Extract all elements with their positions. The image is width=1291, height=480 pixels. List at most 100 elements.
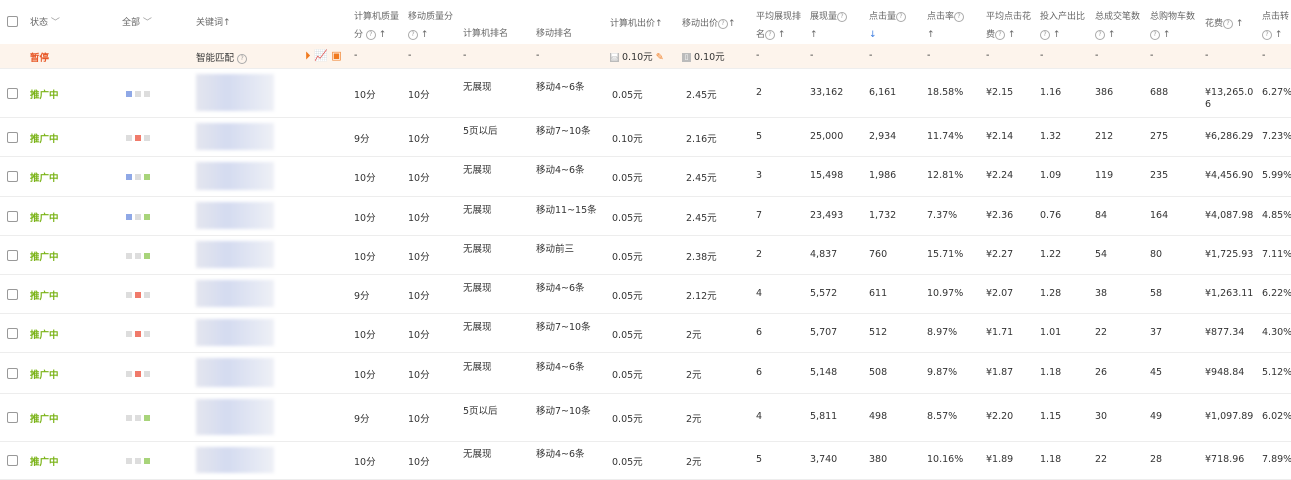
row-checkbox[interactable]	[7, 412, 18, 423]
carts-header[interactable]: 总购物车数? ↑	[1150, 8, 1195, 44]
row-checkbox[interactable]	[7, 211, 18, 222]
row-checkbox[interactable]	[7, 88, 18, 99]
conv-header[interactable]: 点击转? ↑	[1262, 8, 1289, 44]
conv-cell: 7.11%	[1262, 249, 1291, 260]
mobile-rank-cell: 移动11~15条	[536, 205, 597, 216]
device-square-icon	[135, 370, 141, 377]
keyword-blurred[interactable]	[196, 241, 274, 268]
pc-bid-cell[interactable]: 0.05元	[612, 411, 643, 425]
mobile-quality-header[interactable]: 移动质量分? ↑	[408, 8, 453, 44]
keyword-blurred[interactable]	[196, 280, 274, 307]
sort-icon: ↑	[655, 19, 663, 29]
keyword-header[interactable]: 关键词↑	[196, 15, 231, 28]
device-square-icon	[144, 173, 150, 180]
mobile-bid-cell[interactable]: 2元	[686, 327, 702, 341]
mobile-bid-cell[interactable]: 2元	[686, 411, 702, 425]
pc-bid-cell[interactable]: 0.05元	[612, 288, 643, 302]
device-square-icon	[126, 252, 132, 259]
mobile-bid-cell[interactable]: 2.16元	[686, 131, 717, 145]
carts-cell: 28	[1150, 454, 1163, 465]
play-icon[interactable]: ⏵	[305, 49, 311, 62]
row-checkbox[interactable]	[7, 289, 18, 300]
pc-bid-cell[interactable]: 0.05元	[612, 327, 643, 341]
conv-cell: 7.23%	[1262, 131, 1291, 142]
pc-quality-cell: 10分	[354, 173, 376, 184]
pc-bid-cell[interactable]: 0.05元	[612, 249, 643, 263]
keyword-blurred[interactable]	[196, 123, 274, 150]
ctr-cell: 15.71%	[927, 249, 964, 260]
device-square-icon	[144, 457, 150, 464]
mobile-bid-cell[interactable]: 2.45元	[686, 87, 717, 101]
roi-header[interactable]: 投入产出比? ↑	[1040, 8, 1085, 44]
carts-cell: 235	[1150, 170, 1169, 181]
report-icon[interactable]: ▣	[331, 49, 341, 62]
pc-bid-cell[interactable]: 0.05元	[612, 367, 643, 381]
mobile-bid-cell[interactable]: 2.38元	[686, 249, 717, 263]
orders-header[interactable]: 总成交笔数? ↑	[1095, 8, 1140, 44]
avg-rank-header[interactable]: 平均展现排名? ↑	[756, 8, 801, 44]
help-icon: ?	[1223, 18, 1234, 29]
impressions-header[interactable]: 展现量? ↑	[810, 8, 848, 44]
pc-bid-header[interactable]: 计算机出价↑	[610, 16, 663, 29]
roi-cell: 1.09	[1040, 170, 1062, 181]
keyword-blurred[interactable]	[196, 202, 274, 229]
help-icon: ?	[1150, 29, 1160, 40]
mobile-bid-cell[interactable]: 2元	[686, 454, 702, 468]
carts-cell: -	[1150, 50, 1154, 61]
row-actions: ⏵ 📈 ▣	[305, 49, 342, 63]
pc-bid-cell[interactable]: 0.05元	[612, 210, 643, 224]
cost-header[interactable]: 花费? ↑	[1205, 16, 1243, 29]
edit-pencil-icon[interactable]: ✎	[656, 52, 664, 63]
avg-cpc-header[interactable]: 平均点击花费? ↑	[986, 8, 1031, 44]
pc-quality-header[interactable]: 计算机质量分 ? ↑	[354, 8, 399, 44]
mobile-bid-cell[interactable]: ▯ 0.10元	[682, 49, 725, 63]
sort-icon: ↑	[927, 30, 935, 40]
row-checkbox[interactable]	[7, 368, 18, 379]
sort-desc-icon: ↓	[869, 30, 877, 40]
pc-bid-cell[interactable]: 0.10元	[612, 131, 643, 145]
row-checkbox[interactable]	[7, 132, 18, 143]
ctr-header[interactable]: 点击率? ↑	[927, 8, 965, 44]
device-indicators	[126, 211, 153, 222]
device-square-icon	[126, 90, 132, 97]
row-checkbox[interactable]	[7, 328, 18, 339]
avg-rank-cell: 6	[756, 327, 763, 338]
pc-bid-cell[interactable]: 0.05元	[612, 87, 643, 101]
mobile-quality-cell: -	[408, 50, 412, 61]
keyword-blurred[interactable]	[196, 162, 274, 190]
keyword-blurred[interactable]	[196, 319, 274, 346]
pc-quality-cell: 10分	[354, 370, 376, 381]
mobile-bid-header[interactable]: 移动出价? ↑	[682, 16, 736, 29]
row-checkbox[interactable]	[7, 171, 18, 182]
mobile-bid-cell[interactable]: 2.45元	[686, 170, 717, 184]
orders-cell: 22	[1095, 454, 1108, 465]
row-checkbox[interactable]	[7, 455, 18, 466]
help-icon: ?	[995, 29, 1006, 40]
keyword-blurred[interactable]	[196, 399, 274, 435]
status-filter[interactable]: 状态 ﹀	[30, 15, 60, 28]
device-square-icon	[135, 330, 141, 337]
chart-icon[interactable]: 📈	[314, 49, 328, 62]
pc-bid-cell[interactable]: 0.05元	[612, 170, 643, 184]
keyword-blurred[interactable]	[196, 447, 274, 473]
sort-icon: ↑	[1107, 30, 1116, 40]
avg-rank-cell: 4	[756, 288, 763, 299]
pc-bid-cell[interactable]: 🖥 0.10元 ✎	[610, 49, 664, 63]
conv-cell: 7.89%	[1262, 454, 1291, 465]
mobile-bid-cell[interactable]: 2元	[686, 367, 702, 381]
row-checkbox[interactable]	[7, 250, 18, 261]
table-header: 状态 ﹀ 全部 ﹀ 关键词↑ 计算机质量分 ? ↑ 移动质量分? ↑ 计算机排名…	[0, 0, 1291, 45]
keyword-table: 状态 ﹀ 全部 ﹀ 关键词↑ 计算机质量分 ? ↑ 移动质量分? ↑ 计算机排名…	[0, 0, 1291, 480]
pc-bid-cell[interactable]: 0.05元	[612, 454, 643, 468]
select-all-checkbox[interactable]	[7, 16, 18, 27]
sort-icon: ↑	[420, 30, 429, 40]
clicks-header[interactable]: 点击量? ↓	[869, 8, 907, 44]
mobile-bid-cell[interactable]: 2.45元	[686, 210, 717, 224]
keyword-blurred[interactable]	[196, 358, 274, 387]
keyword-blurred[interactable]	[196, 74, 274, 111]
mobile-quality-cell: 10分	[408, 173, 430, 184]
mobile-bid-cell[interactable]: 2.12元	[686, 288, 717, 302]
table-row: 推广中 10分 10分 无展现 移动4~6条 0.05元 2元 6 5,148 508 9.87% ¥…	[0, 352, 1291, 394]
pc-rank-cell: 5页以后	[463, 406, 498, 417]
all-filter[interactable]: 全部 ﹀	[122, 15, 152, 28]
